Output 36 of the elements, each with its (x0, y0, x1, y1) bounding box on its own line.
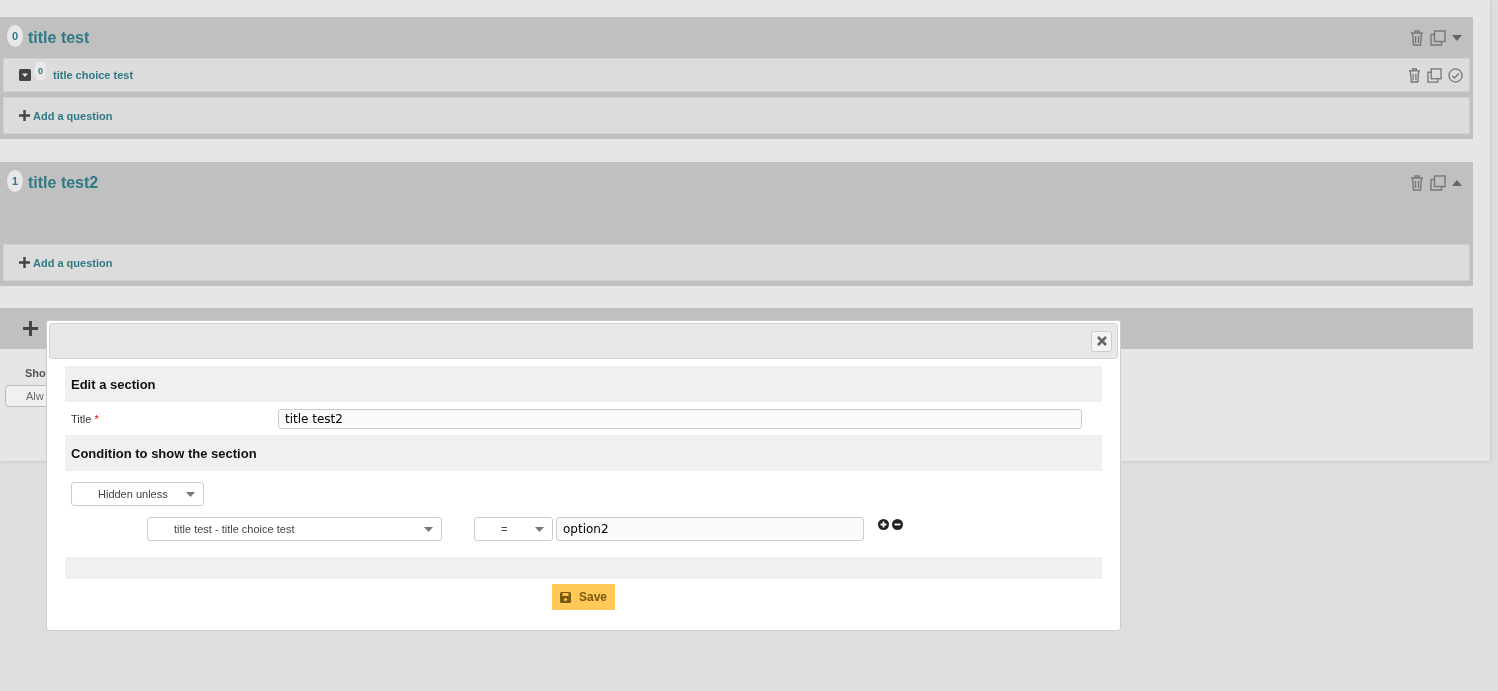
title-label: Title * (71, 412, 100, 425)
plus-icon[interactable] (19, 110, 30, 121)
close-icon (1096, 336, 1107, 346)
trash-icon[interactable] (1410, 29, 1424, 46)
condition-heading: Condition to show the section (71, 445, 257, 461)
section-number: 1 (7, 170, 23, 192)
caret-up-icon[interactable] (1452, 179, 1462, 186)
question-dropdown[interactable]: title test - title choice test (147, 517, 442, 541)
question-title[interactable]: title choice test (53, 69, 134, 81)
operator-dropdown[interactable]: = (474, 517, 553, 541)
trash-icon[interactable] (1410, 174, 1424, 191)
caret-down-icon (186, 491, 195, 497)
save-button[interactable]: Save (552, 584, 615, 610)
caret-down-icon (535, 526, 544, 532)
check-circle-icon[interactable] (1448, 67, 1463, 83)
copy-icon[interactable] (1430, 29, 1446, 46)
remove-condition-icon[interactable] (892, 519, 903, 530)
plus-icon[interactable] (19, 257, 30, 268)
section-title[interactable]: title test2 (28, 173, 99, 192)
trash-icon[interactable] (1408, 67, 1421, 83)
caret-down-icon (424, 526, 433, 532)
close-button[interactable] (1091, 330, 1112, 352)
plus-icon[interactable] (23, 321, 38, 336)
value-input[interactable]: option2 (556, 517, 864, 541)
condition-mode-dropdown[interactable]: Hidden unless (71, 482, 204, 506)
section-number: 0 (7, 25, 23, 47)
title-input[interactable]: title test2 (278, 408, 1082, 429)
caret-down-icon[interactable] (19, 69, 31, 81)
add-question-link[interactable]: Add a question (33, 109, 113, 122)
show-label: Sho (24, 367, 46, 379)
section-title[interactable]: title test (28, 28, 90, 47)
question-number: 0 (34, 61, 47, 81)
add-condition-icon[interactable] (878, 519, 889, 530)
add-question-link[interactable]: Add a question (33, 256, 113, 269)
copy-icon[interactable] (1430, 174, 1446, 191)
copy-icon[interactable] (1427, 67, 1442, 83)
